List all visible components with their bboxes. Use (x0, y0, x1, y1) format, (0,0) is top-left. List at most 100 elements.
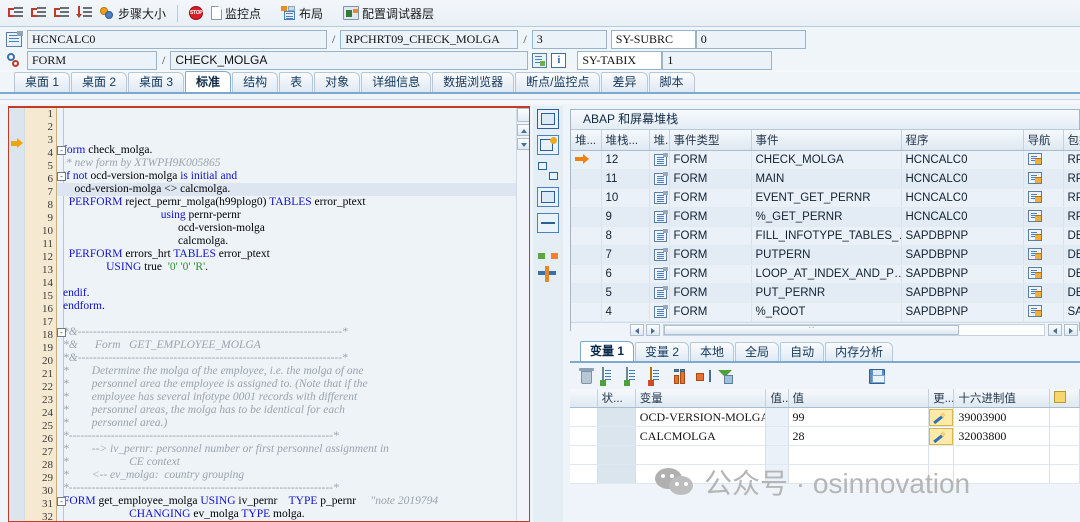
step-return-button[interactable] (51, 2, 72, 24)
table-row[interactable]: 12 FORMCHECK_MOLGAHCNCALC0 RPCHRT (571, 150, 1080, 170)
undo-layout-icon[interactable] (537, 239, 559, 259)
step-over-button[interactable] (28, 2, 49, 24)
event-name-field[interactable]: CHECK_MOLGA (170, 51, 529, 70)
stack-program[interactable]: SAPDBPNP (901, 283, 1024, 303)
stack-include[interactable]: DBPNPF (1063, 264, 1080, 284)
variable-edit-cell[interactable] (928, 464, 955, 484)
code-line[interactable]: * personnel area the employee is assigne… (57, 378, 529, 391)
table-row[interactable]: 8 FORMFILL_INFOTYPE_TABLES_…SAPDBPNP DBPNP… (571, 226, 1080, 246)
layout-button[interactable]: 布局 (278, 2, 326, 24)
tab-structure[interactable]: 结构 (232, 72, 279, 92)
event-type-field[interactable]: FORM (27, 51, 157, 70)
code-line[interactable]: - if not ocd-version-molga is initial and (57, 170, 529, 183)
stack-scroll-trough[interactable] (663, 323, 1045, 336)
stack-program[interactable]: HCNCALC0 (901, 207, 1024, 227)
stack-event[interactable]: PUT_PERNR (751, 283, 902, 303)
tab-variables-2[interactable]: 变量 2 (635, 342, 690, 361)
watchpoint-button[interactable]: 监控点 (208, 2, 264, 24)
stack-column-header[interactable]: 堆... (571, 130, 602, 151)
tab-data-browser[interactable]: 数据浏览器 (432, 72, 515, 92)
tab-standard[interactable]: 标准 (185, 71, 232, 92)
variables-column-header[interactable]: 变量 (635, 389, 767, 408)
include-field[interactable]: RPCHRT09_CHECK_MOLGA (340, 30, 519, 49)
code-line[interactable]: endif. (57, 287, 529, 300)
breakpoint-button[interactable]: STOP (186, 2, 206, 24)
variable-name[interactable] (635, 464, 767, 484)
stack-column-header[interactable]: 事件类型 (669, 130, 752, 151)
variable-name[interactable]: CALCMOLGA (635, 426, 767, 446)
columns-icon[interactable] (674, 368, 689, 384)
delete-row-icon[interactable] (648, 366, 667, 386)
code-line[interactable]: USING true '0' '0' 'R'. (57, 261, 529, 274)
variable-name[interactable] (635, 445, 767, 465)
tab-script[interactable]: 脚本 (648, 72, 695, 92)
variables-column-header[interactable]: 值 (788, 389, 930, 408)
table-row[interactable]: 4 FORM%_ROOTSAPDBPNP SAPDBP (571, 302, 1080, 322)
stack-include[interactable]: SAPDBP (1063, 302, 1080, 322)
tab-desktop-2[interactable]: 桌面 2 (71, 72, 128, 92)
code-line[interactable]: * new form by XTWPH9K005865 (57, 157, 529, 170)
code-line[interactable]: * employee has several infotype 0001 rec… (57, 391, 529, 404)
stack-event[interactable]: FILL_INFOTYPE_TABLES_… (751, 226, 902, 246)
stack-event[interactable]: CHECK_MOLGA (751, 150, 902, 170)
step-size-button[interactable]: 步骤大小 (97, 2, 169, 24)
variables-column-header[interactable] (570, 389, 598, 408)
code-line[interactable] (57, 313, 529, 326)
program-field[interactable]: HCNCALC0 (27, 30, 327, 49)
breakpoint-gutter[interactable] (9, 108, 25, 521)
tab-object[interactable]: 对象 (314, 72, 361, 92)
info-icon[interactable]: i (551, 53, 567, 68)
resize-horizontal-icon[interactable] (537, 213, 559, 233)
code-line[interactable]: * CE context (57, 456, 529, 469)
variable-status[interactable] (597, 445, 636, 465)
stack-column-header[interactable]: 导航 (1023, 130, 1064, 151)
tab-memory-analysis[interactable]: 内存分析 (825, 342, 894, 361)
variables-column-header[interactable]: 状... (597, 389, 636, 408)
stack-program[interactable]: SAPDBPNP (901, 226, 1024, 246)
variable-status[interactable] (597, 407, 636, 427)
code-line[interactable]: - FORM get_employee_molga USING iv_pernr … (57, 495, 529, 508)
stack-program[interactable]: SAPDBPNP (901, 245, 1024, 265)
code-line[interactable]: *---------------------------------------… (57, 430, 529, 443)
stack-include[interactable]: DBPNPF (1063, 226, 1080, 246)
swap-panels-icon[interactable] (537, 161, 559, 181)
stack-column-header[interactable]: 事件 (751, 130, 902, 151)
stack-program[interactable]: HCNCALC0 (901, 150, 1024, 170)
stack-program[interactable]: HCNCALC0 (901, 169, 1024, 189)
fold-toggle-icon[interactable]: - (57, 146, 66, 155)
insert-row-after-icon[interactable] (624, 366, 643, 386)
table-row[interactable]: 9 FORM%_GET_PERNRHCNCALC0 RPCALC_ (571, 207, 1080, 227)
stack-scroll-left-button-2[interactable] (1048, 323, 1062, 336)
stack-navigate-cell[interactable] (1023, 169, 1064, 189)
insert-row-icon[interactable] (600, 366, 619, 386)
table-row[interactable]: CALCMOLGA 28 32003800 (570, 426, 1080, 446)
stack-horizontal-scrollbar[interactable] (571, 322, 1079, 336)
save-icon[interactable] (869, 368, 885, 384)
settings-layer-icon[interactable] (537, 265, 559, 285)
stack-include[interactable]: RPCALC_ (1063, 207, 1080, 227)
stack-scroll-left-button[interactable] (630, 323, 644, 336)
tab-details[interactable]: 详细信息 (361, 72, 432, 92)
variables-column-header[interactable]: 更... (928, 389, 955, 408)
variables-column-header[interactable]: 十六进制值 (953, 389, 1050, 408)
variable-status[interactable] (597, 464, 636, 484)
step-into-button[interactable] (5, 2, 26, 24)
fold-toggle-icon[interactable]: - (57, 172, 66, 181)
filter-icon[interactable] (718, 369, 733, 384)
code-line[interactable]: - form check_molga. (57, 144, 529, 157)
variable-edit-cell[interactable] (928, 407, 955, 427)
code-line[interactable]: * personnel areas, the molga has to be i… (57, 404, 529, 417)
table-row[interactable]: 7 FORMPUTPERNSAPDBPNP DBPNPF (571, 245, 1080, 265)
variable-name[interactable]: OCD-VERSION-MOLGA (635, 407, 767, 427)
variable-edit-cell[interactable] (928, 426, 955, 446)
stack-column-header[interactable]: 堆栈... (601, 130, 650, 151)
new-window-icon[interactable] (537, 135, 559, 155)
stack-program[interactable]: HCNCALC0 (901, 188, 1024, 208)
configure-debugger-layer-button[interactable]: 配置调试器层 (340, 2, 437, 24)
stack-event[interactable]: %_ROOT (751, 302, 902, 322)
tab-table[interactable]: 表 (279, 72, 314, 92)
fold-toggle-icon[interactable]: - (57, 497, 66, 506)
code-line[interactable]: * --> iv_pernr: personnel number or firs… (57, 443, 529, 456)
variables-column-header[interactable] (1049, 389, 1080, 408)
stack-navigate-cell[interactable] (1023, 302, 1064, 322)
